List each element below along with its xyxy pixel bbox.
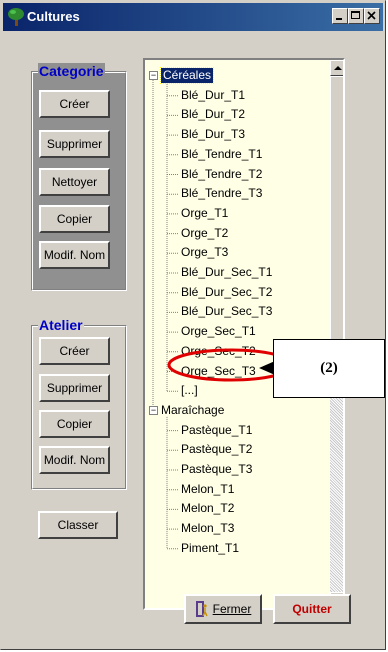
callout-box: (2) — [273, 339, 385, 398]
quitter-button[interactable]: Quitter — [273, 594, 351, 624]
door-exit-icon — [195, 601, 208, 617]
annotation-overlay — [167, 348, 304, 382]
quitter-label: Quitter — [292, 602, 332, 616]
cultures-window: Cultures Categorie Créer Supprimer Netto… — [0, 0, 386, 650]
fermer-button[interactable]: Fermer — [184, 594, 262, 624]
fermer-label: Fermer — [212, 602, 252, 616]
callout-label: (2) — [320, 360, 338, 376]
